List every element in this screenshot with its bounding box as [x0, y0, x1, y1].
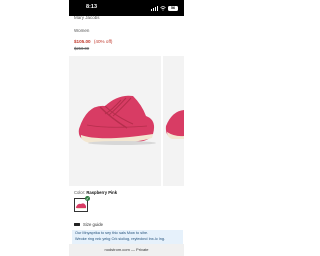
page: 8:13 56 Mary Jacobs Women $105.00 (40% o… — [0, 0, 256, 256]
sneaker-thumbnail — [75, 203, 86, 209]
status-bar: 8:13 56 — [69, 0, 184, 16]
check-icon: ✓ — [85, 196, 90, 201]
product-category: Women — [74, 28, 90, 33]
product-image[interactable] — [69, 56, 161, 186]
color-label-prefix: Color: — [74, 190, 86, 195]
next-product-image[interactable] — [163, 56, 184, 186]
banner-text-line-1: Our Mnyaprika to sey thic sals Mow to si… — [75, 231, 149, 235]
browser-url-bar[interactable]: nodstrom.com — Private — [69, 244, 184, 256]
price-row: $105.00 (40% off) — [74, 39, 112, 45]
sneaker-image-partial — [165, 110, 184, 139]
color-name: Raspberry Pink — [86, 190, 118, 195]
status-time: 8:13 — [86, 4, 98, 10]
original-price: $250.00 — [74, 46, 90, 51]
color-label: Color: Raspberry Pink — [74, 190, 117, 196]
product-brand[interactable]: Mary Jacobs — [74, 15, 100, 21]
size-guide-label: Size guide — [83, 221, 104, 227]
battery-level: 56 — [171, 5, 175, 10]
sale-price: $105.00 — [74, 39, 91, 44]
mobile-screen: 8:13 56 Mary Jacobs Women $105.00 (40% o… — [69, 0, 184, 256]
wifi-icon — [160, 5, 166, 11]
signal-icon — [151, 5, 158, 11]
banner-text-line-2: Weoke ring nnk yekg Crk sioliog, reyleck… — [75, 237, 166, 241]
ruler-icon — [74, 222, 80, 226]
status-icons: 56 — [151, 5, 178, 11]
battery-icon: 56 — [168, 5, 178, 11]
sneaker-image — [78, 95, 156, 145]
url-text: nodstrom.com — Private — [104, 247, 149, 252]
discount-percent: (40% off) — [93, 39, 113, 44]
size-guide-link[interactable]: Size guide — [74, 221, 103, 227]
info-banner: Our Mnyaprika to sey thic sals Mow to si… — [72, 230, 183, 244]
